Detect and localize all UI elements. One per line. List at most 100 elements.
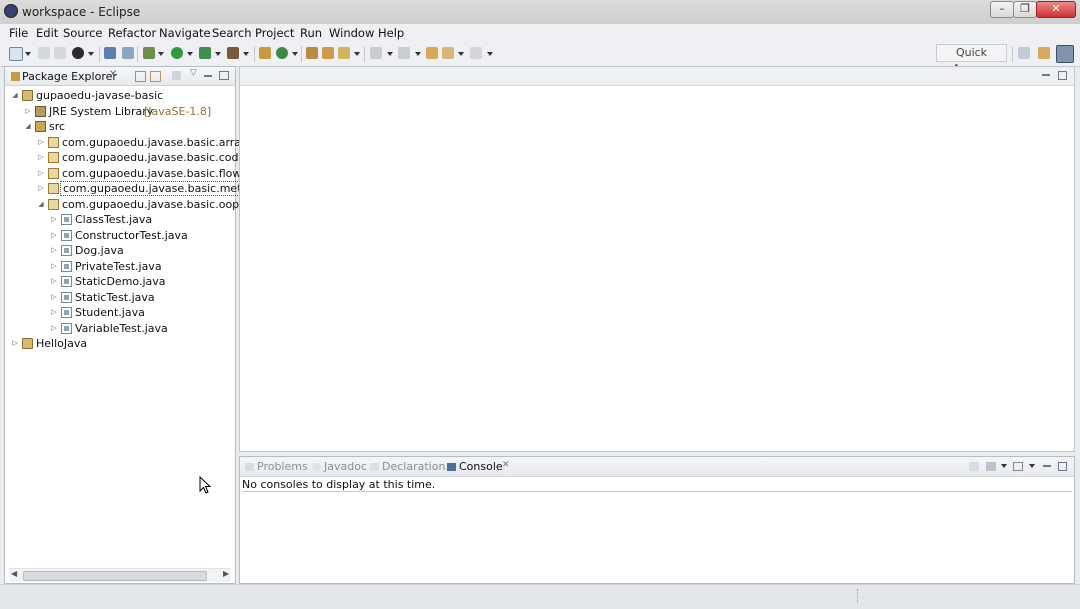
java-perspective-icon[interactable] — [1056, 45, 1074, 63]
run-dropdown-icon[interactable] — [187, 52, 193, 56]
pin-console-icon[interactable] — [969, 462, 979, 471]
view-menu-icon[interactable]: ▽ — [190, 68, 197, 78]
scroll-right-icon[interactable]: ▶ — [223, 569, 229, 578]
expanded-icon[interactable]: ◢ — [37, 200, 45, 208]
menu-window[interactable]: Window — [329, 26, 374, 40]
tree-item-file[interactable]: ▷ StaticDemo.java — [5, 274, 235, 289]
menu-help[interactable]: Help — [378, 26, 404, 40]
package-explorer-tab[interactable]: Package Explorer — [22, 70, 117, 83]
skip-breakpoints-icon[interactable] — [122, 47, 134, 59]
terminal-icon[interactable] — [104, 47, 116, 59]
maximize-button[interactable]: ❐ — [1013, 1, 1037, 18]
menu-run[interactable]: Run — [300, 26, 322, 40]
display-console-icon[interactable] — [986, 462, 996, 471]
close-tab-icon[interactable]: ✕ — [502, 460, 510, 470]
minimize-button[interactable]: – — [990, 1, 1014, 18]
collapsed-icon[interactable]: ▷ — [50, 231, 58, 239]
expanded-icon[interactable]: ◢ — [24, 122, 32, 130]
coverage-icon[interactable] — [199, 47, 211, 59]
editor-area[interactable] — [239, 66, 1075, 452]
new-java-package-icon[interactable] — [259, 47, 271, 59]
previous-annotation-icon[interactable] — [398, 47, 410, 59]
tab-javadoc[interactable]: Javadoc — [324, 460, 367, 473]
tree-item-package[interactable]: ▷ com.gupaoedu.javase.basic.flowcor — [5, 166, 258, 181]
menu-edit[interactable]: Edit — [36, 26, 58, 40]
menu-navigate[interactable]: Navigate — [159, 26, 211, 40]
collapsed-icon[interactable]: ▷ — [37, 138, 45, 146]
debug-icon[interactable] — [143, 47, 155, 59]
back-icon[interactable] — [442, 47, 454, 59]
focus-task-icon[interactable] — [172, 71, 181, 80]
minimize-view-icon[interactable] — [204, 75, 212, 77]
save-all-icon[interactable] — [54, 47, 66, 59]
tab-console[interactable]: Console — [459, 460, 503, 473]
java-ee-perspective-icon[interactable] — [1038, 47, 1050, 59]
tab-problems[interactable]: Problems — [257, 460, 308, 473]
menu-source[interactable]: Source — [63, 26, 103, 40]
horizontal-scrollbar[interactable]: ◀ ▶ — [9, 568, 231, 582]
scroll-left-icon[interactable]: ◀ — [11, 569, 17, 578]
collapsed-icon[interactable]: ▷ — [50, 308, 58, 316]
previous-annotation-dropdown-icon[interactable] — [415, 52, 421, 56]
tree-item-project[interactable]: ▷ HelloJava — [5, 336, 235, 351]
open-task-icon[interactable] — [322, 47, 334, 59]
menu-search[interactable]: Search — [212, 26, 252, 40]
external-tools-dropdown-icon[interactable] — [243, 52, 249, 56]
tree-item-file[interactable]: ▷ ConstructorTest.java — [5, 228, 235, 243]
maximize-view-icon[interactable] — [219, 71, 229, 80]
tree-item-package[interactable]: ▷ com.gupaoedu.javase.basic.methoc — [5, 181, 265, 196]
forward-icon[interactable] — [470, 47, 482, 59]
close-window-button[interactable]: ✕ — [1036, 1, 1076, 18]
back-dropdown-icon[interactable] — [458, 52, 464, 56]
collapsed-icon[interactable]: ▷ — [24, 107, 32, 115]
tree-item-file[interactable]: ▷ PrivateTest.java — [5, 259, 235, 274]
display-console-dropdown-icon[interactable] — [1001, 464, 1007, 468]
expanded-icon[interactable]: ◢ — [11, 91, 19, 99]
new-dropdown-icon[interactable] — [25, 52, 31, 56]
collapsed-icon[interactable]: ▷ — [37, 184, 45, 192]
search-dropdown-icon[interactable] — [354, 52, 360, 56]
collapsed-icon[interactable]: ▷ — [50, 293, 58, 301]
last-edit-location-icon[interactable] — [426, 47, 438, 59]
tree-item-project[interactable]: ◢ gupaoedu-javase-basic — [5, 88, 235, 103]
new-class-dropdown-icon[interactable] — [292, 52, 298, 56]
collapsed-icon[interactable]: ▷ — [50, 277, 58, 285]
tree-item-file[interactable]: ▷ VariableTest.java — [5, 321, 235, 336]
menu-file[interactable]: File — [9, 26, 28, 40]
save-icon[interactable] — [38, 47, 50, 59]
next-annotation-dropdown-icon[interactable] — [387, 52, 393, 56]
external-tools-icon[interactable] — [227, 47, 239, 59]
maximize-editor-icon[interactable] — [1058, 71, 1067, 80]
collapsed-icon[interactable]: ▷ — [37, 153, 45, 161]
tab-declaration[interactable]: Declaration — [382, 460, 445, 473]
debug-dropdown-icon[interactable] — [158, 52, 164, 56]
forward-dropdown-icon[interactable] — [487, 52, 493, 56]
tree-item-file[interactable]: ▷ Student.java — [5, 305, 235, 320]
user-dropdown-icon[interactable] — [88, 52, 94, 56]
open-type-icon[interactable] — [306, 47, 318, 59]
tree-item-package-oop[interactable]: ◢ com.gupaoedu.javase.basic.oop — [5, 197, 239, 212]
tree-item-package[interactable]: ▷ com.gupaoedu.javase.basic.codebl — [5, 150, 255, 165]
new-java-class-icon[interactable] — [276, 47, 288, 59]
collapsed-icon[interactable]: ▷ — [50, 324, 58, 332]
tree-item-package[interactable]: ▷ com.gupaoedu.javase.basic.array — [5, 135, 247, 150]
scrollbar-thumb[interactable] — [23, 571, 207, 581]
next-annotation-icon[interactable] — [370, 47, 382, 59]
tree-item-src[interactable]: ◢ src — [5, 119, 235, 134]
user-icon[interactable] — [72, 47, 84, 59]
quick-access-field[interactable]: Quick Access — [936, 44, 1007, 75]
maximize-view-icon[interactable] — [1058, 462, 1067, 471]
open-console-icon[interactable] — [1013, 462, 1023, 471]
tree-item-file[interactable]: ▷ StaticTest.java — [5, 290, 235, 305]
collapsed-icon[interactable]: ▷ — [11, 339, 19, 347]
open-console-dropdown-icon[interactable] — [1029, 464, 1035, 468]
collapsed-icon[interactable]: ▷ — [50, 215, 58, 223]
open-perspective-icon[interactable] — [1018, 47, 1030, 59]
collapsed-icon[interactable]: ▷ — [50, 246, 58, 254]
search-icon[interactable] — [338, 47, 350, 59]
run-icon[interactable] — [171, 47, 183, 59]
link-with-editor-icon[interactable] — [150, 71, 161, 82]
new-icon[interactable] — [9, 47, 23, 61]
minimize-editor-icon[interactable] — [1042, 74, 1050, 76]
collapsed-icon[interactable]: ▷ — [50, 262, 58, 270]
